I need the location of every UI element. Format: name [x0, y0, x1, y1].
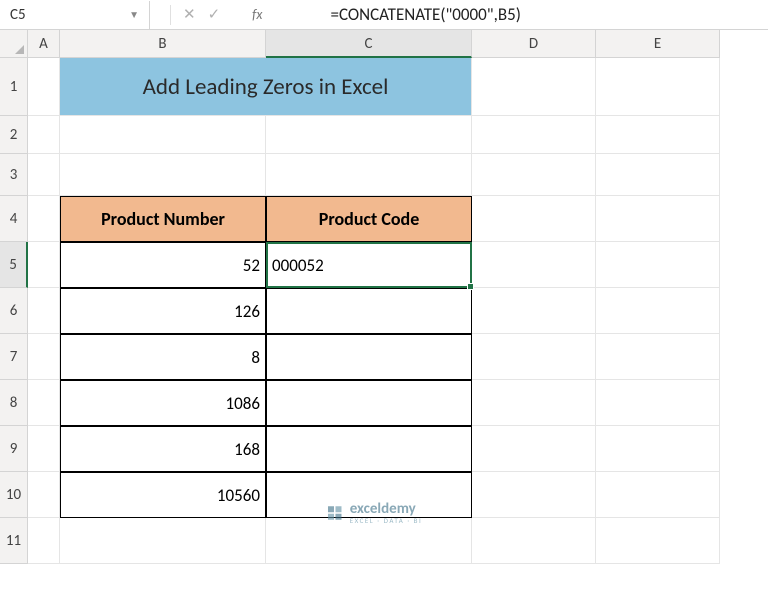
- cell-d3[interactable]: [472, 154, 596, 196]
- cell-e4[interactable]: [596, 196, 720, 242]
- row-headers: 1 2 3 4 5 6 7 8 9 10 11: [0, 58, 28, 564]
- row-header-7[interactable]: 7: [0, 334, 28, 380]
- cell-c8[interactable]: [266, 380, 472, 426]
- cell-a10[interactable]: [28, 472, 60, 518]
- row-6: 126: [28, 288, 720, 334]
- col-header-e[interactable]: E: [596, 30, 720, 58]
- col-header-a[interactable]: A: [28, 30, 60, 58]
- cell-c6[interactable]: [266, 288, 472, 334]
- cell-b7[interactable]: 8: [60, 334, 266, 380]
- cell-c2[interactable]: [266, 116, 472, 154]
- cell-a6[interactable]: [28, 288, 60, 334]
- watermark-text: exceldemy EXCEL · DATA · BI: [350, 502, 423, 524]
- row-header-5[interactable]: 5: [0, 242, 28, 288]
- cell-d10[interactable]: [472, 472, 596, 518]
- grid-main: A B C D E Add Leading Zeros in Excel: [28, 30, 720, 616]
- row-2: [28, 116, 720, 154]
- cell-e7[interactable]: [596, 334, 720, 380]
- cell-b3[interactable]: [60, 154, 266, 196]
- formula-bar: C5 ▼ ✕ ✓ fx =CONCATENATE("0000",B5): [0, 0, 768, 30]
- left-gutter: 1 2 3 4 5 6 7 8 9 10 11: [0, 30, 28, 616]
- cell-c5[interactable]: 000052: [266, 242, 472, 288]
- cell-d11[interactable]: [472, 518, 596, 564]
- cell-e5[interactable]: [596, 242, 720, 288]
- cell-a1[interactable]: [28, 58, 60, 116]
- cell-c4-header[interactable]: Product Code: [266, 196, 472, 242]
- cell-b1-title[interactable]: Add Leading Zeros in Excel: [60, 58, 472, 116]
- col-header-c[interactable]: C: [266, 30, 472, 58]
- row-4: Product Number Product Code: [28, 196, 720, 242]
- cell-e10[interactable]: [596, 472, 720, 518]
- row-header-9[interactable]: 9: [0, 426, 28, 472]
- enter-icon[interactable]: ✓: [208, 5, 221, 24]
- cell-a2[interactable]: [28, 116, 60, 154]
- row-header-11[interactable]: 11: [0, 518, 28, 564]
- cell-d6[interactable]: [472, 288, 596, 334]
- row-header-4[interactable]: 4: [0, 196, 28, 242]
- select-all-corner[interactable]: [0, 30, 28, 58]
- cell-b10[interactable]: 10560: [60, 472, 266, 518]
- cell-b4-header[interactable]: Product Number: [60, 196, 266, 242]
- col-header-d[interactable]: D: [472, 30, 596, 58]
- cell-b2[interactable]: [60, 116, 266, 154]
- cell-a7[interactable]: [28, 334, 60, 380]
- cell-c7[interactable]: [266, 334, 472, 380]
- cell-b9[interactable]: 168: [60, 426, 266, 472]
- row-1: Add Leading Zeros in Excel: [28, 58, 720, 116]
- dropdown-icon[interactable]: ▼: [129, 8, 139, 21]
- name-box[interactable]: C5 ▼: [0, 1, 150, 29]
- row-8: 1086: [28, 380, 720, 426]
- cancel-icon[interactable]: ✕: [183, 5, 196, 24]
- cell-a8[interactable]: [28, 380, 60, 426]
- watermark-icon: [326, 504, 344, 522]
- cell-a5[interactable]: [28, 242, 60, 288]
- column-headers: A B C D E: [28, 30, 720, 58]
- formula-bar-buttons: ✕ ✓: [150, 5, 232, 25]
- cell-e2[interactable]: [596, 116, 720, 154]
- cell-e11[interactable]: [596, 518, 720, 564]
- watermark-main: exceldemy: [350, 502, 423, 517]
- name-box-value: C5: [10, 6, 26, 24]
- spreadsheet-grid: 1 2 3 4 5 6 7 8 9 10 11 A B C D E Add Le…: [0, 30, 768, 616]
- row-header-8[interactable]: 8: [0, 380, 28, 426]
- cell-b6[interactable]: 126: [60, 288, 266, 334]
- cell-d5[interactable]: [472, 242, 596, 288]
- cell-a3[interactable]: [28, 154, 60, 196]
- watermark: exceldemy EXCEL · DATA · BI: [326, 502, 423, 524]
- cell-e1[interactable]: [596, 58, 720, 116]
- cells-area: Add Leading Zeros in Excel: [28, 58, 720, 564]
- formula-input[interactable]: =CONCATENATE("0000",B5): [271, 4, 768, 25]
- watermark-sub: EXCEL · DATA · BI: [350, 517, 423, 524]
- row-header-3[interactable]: 3: [0, 154, 28, 196]
- row-5: 52 000052: [28, 242, 720, 288]
- cell-c9[interactable]: [266, 426, 472, 472]
- cell-a4[interactable]: [28, 196, 60, 242]
- cell-e3[interactable]: [596, 154, 720, 196]
- cell-b11[interactable]: [60, 518, 266, 564]
- cell-d7[interactable]: [472, 334, 596, 380]
- cell-d8[interactable]: [472, 380, 596, 426]
- cell-e8[interactable]: [596, 380, 720, 426]
- row-3: [28, 154, 720, 196]
- cell-b5[interactable]: 52: [60, 242, 266, 288]
- row-header-10[interactable]: 10: [0, 472, 28, 518]
- cell-a9[interactable]: [28, 426, 60, 472]
- cell-d4[interactable]: [472, 196, 596, 242]
- cell-d9[interactable]: [472, 426, 596, 472]
- cell-d2[interactable]: [472, 116, 596, 154]
- cell-d1[interactable]: [472, 58, 596, 116]
- cell-c3[interactable]: [266, 154, 472, 196]
- row-9: 168: [28, 426, 720, 472]
- row-header-2[interactable]: 2: [0, 116, 28, 154]
- col-header-b[interactable]: B: [60, 30, 266, 58]
- row-7: 8: [28, 334, 720, 380]
- row-header-6[interactable]: 6: [0, 288, 28, 334]
- cell-b8[interactable]: 1086: [60, 380, 266, 426]
- cell-e9[interactable]: [596, 426, 720, 472]
- row-header-1[interactable]: 1: [0, 58, 28, 116]
- separator: [170, 5, 171, 25]
- fx-label[interactable]: fx: [232, 6, 270, 23]
- cell-a11[interactable]: [28, 518, 60, 564]
- cell-e6[interactable]: [596, 288, 720, 334]
